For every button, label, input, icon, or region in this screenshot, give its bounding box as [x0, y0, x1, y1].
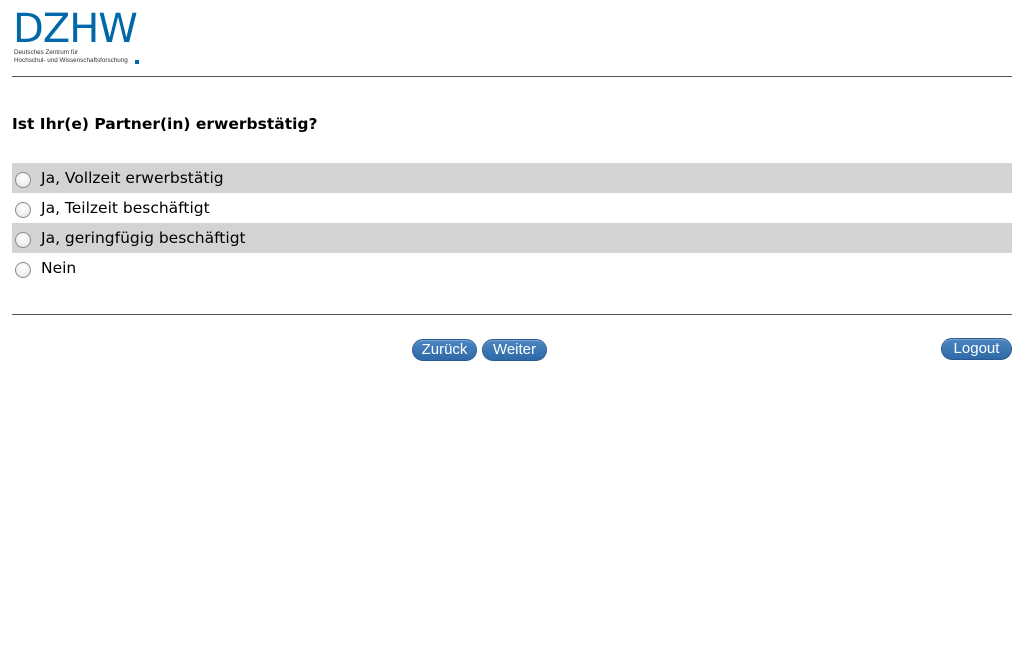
back-button[interactable]: Zurück — [412, 339, 477, 361]
option-vollzeit[interactable]: Ja, Vollzeit erwerbstätig — [12, 163, 1012, 193]
logo-subline-1: Deutsches Zentrum für — [14, 49, 79, 56]
next-button[interactable]: Weiter — [482, 339, 547, 361]
option-label: Ja, Teilzeit beschäftigt — [41, 198, 210, 217]
question-text: Ist Ihr(e) Partner(in) erwerbstätig? — [12, 115, 318, 133]
dzhw-logo: DZHW Deutsches Zentrum für Hochschul- un… — [13, 9, 145, 67]
logout-button[interactable]: Logout — [941, 338, 1012, 360]
logo-mark: DZHW — [13, 6, 138, 52]
header-divider — [12, 76, 1012, 77]
radio-button[interactable] — [15, 202, 31, 218]
survey-page: DZHW Deutsches Zentrum für Hochschul- un… — [0, 0, 1024, 657]
logo-dot-icon — [135, 60, 139, 64]
option-teilzeit[interactable]: Ja, Teilzeit beschäftigt — [12, 193, 1012, 223]
answer-options: Ja, Vollzeit erwerbstätig Ja, Teilzeit b… — [12, 163, 1012, 283]
radio-button[interactable] — [15, 262, 31, 278]
option-label: Ja, Vollzeit erwerbstätig — [41, 168, 224, 187]
radio-button[interactable] — [15, 232, 31, 248]
radio-button[interactable] — [15, 172, 31, 188]
footer-divider — [12, 314, 1012, 315]
option-label: Ja, geringfügig beschäftigt — [41, 228, 246, 247]
logo-subline-2: Hochschul- und Wissenschaftsforschung — [14, 57, 128, 64]
option-nein[interactable]: Nein — [12, 253, 1012, 283]
option-geringfuegig[interactable]: Ja, geringfügig beschäftigt — [12, 223, 1012, 253]
option-label: Nein — [41, 258, 77, 277]
